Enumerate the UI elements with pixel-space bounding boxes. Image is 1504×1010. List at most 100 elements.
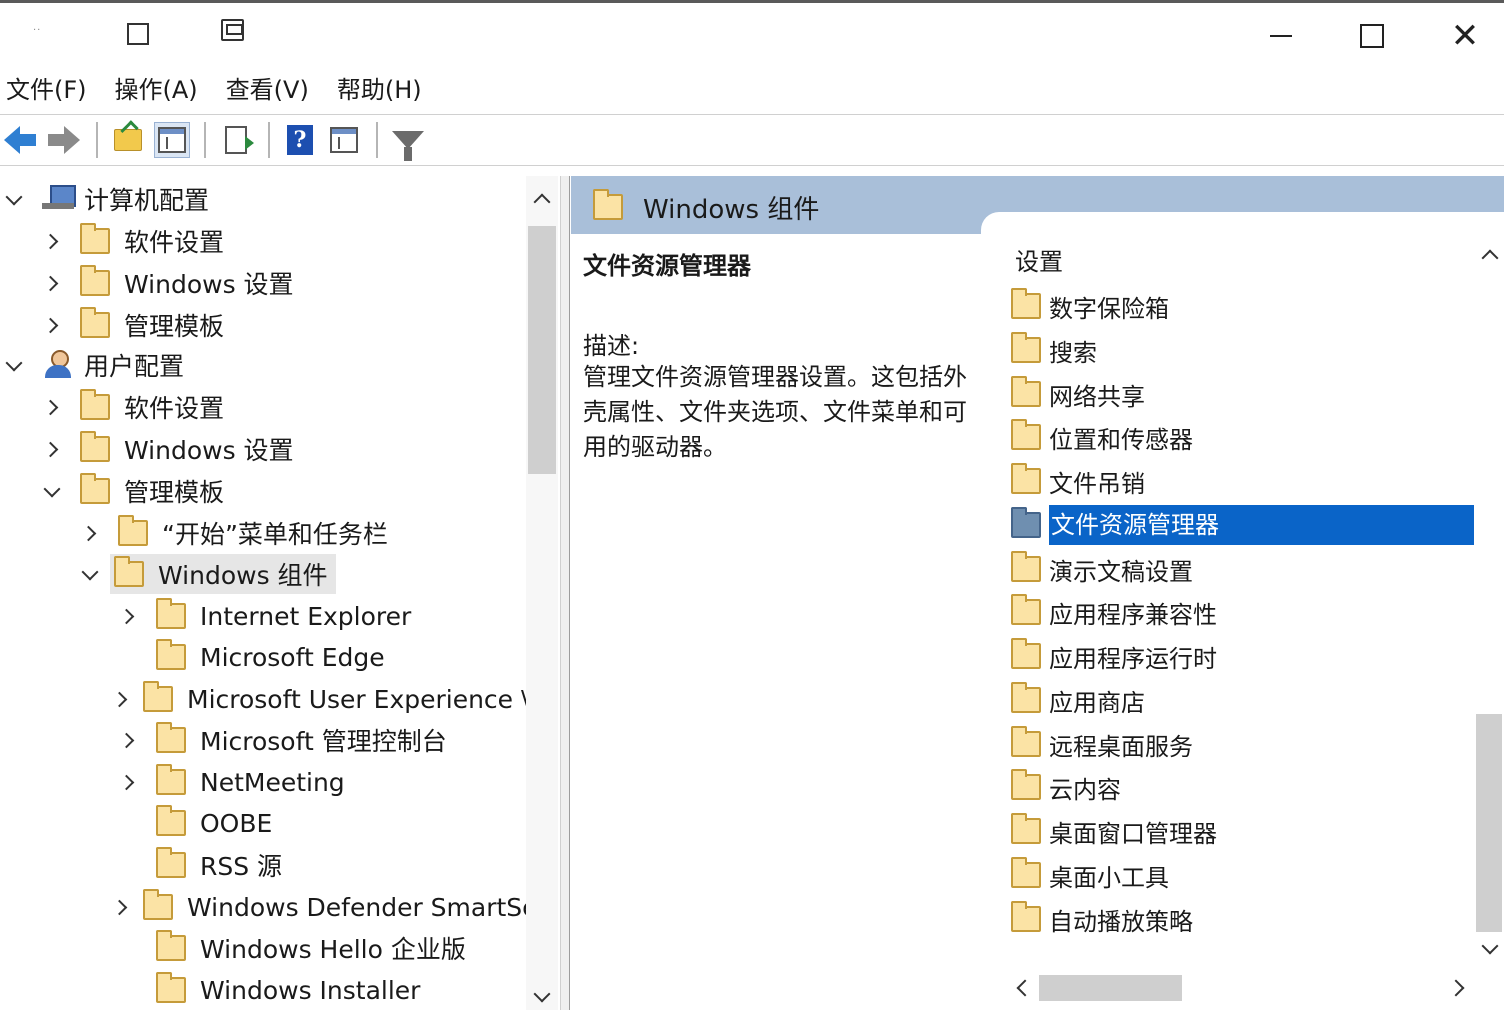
- chevron-right-icon[interactable]: [118, 689, 125, 709]
- tree-item[interactable]: Windows Hello 企业版: [118, 927, 466, 969]
- settings-item[interactable]: 应用程序运行时: [1011, 636, 1217, 676]
- settings-column-header[interactable]: 设置: [1015, 242, 1063, 277]
- filter-icon: [392, 131, 424, 161]
- menu-file[interactable]: 文件(F): [6, 68, 87, 112]
- details-header-title: Windows 组件: [643, 195, 820, 225]
- scroll-right-icon[interactable]: [1444, 972, 1474, 1004]
- back-button[interactable]: [2, 122, 38, 158]
- folder-icon: [1011, 376, 1041, 407]
- tree-item[interactable]: Windows Defender SmartSc: [118, 886, 526, 928]
- settings-item[interactable]: 桌面窗口管理器: [1011, 811, 1217, 851]
- console-tree-icon: [158, 127, 186, 153]
- menu-view[interactable]: 查看(V): [226, 68, 309, 112]
- tree-item-label: Windows Defender SmartSc: [187, 892, 526, 922]
- chevron-right-icon[interactable]: [42, 231, 62, 251]
- chevron-down-icon[interactable]: [4, 189, 24, 209]
- tree-item[interactable]: Windows 设置: [42, 428, 294, 470]
- chevron-right-icon[interactable]: [42, 397, 62, 417]
- chevron-right-icon[interactable]: [80, 523, 100, 543]
- settings-item-selected[interactable]: 文件资源管理器: [1011, 505, 1477, 545]
- maximize-button[interactable]: [1349, 13, 1395, 59]
- tree-item[interactable]: Microsoft Edge: [118, 636, 385, 678]
- scroll-left-icon[interactable]: [1007, 972, 1037, 1004]
- chevron-down-icon[interactable]: [4, 355, 24, 375]
- show-hide-console-tree-button[interactable]: [154, 122, 190, 158]
- tree-item-label: Windows 组件: [158, 561, 328, 590]
- tree-item[interactable]: 软件设置: [42, 386, 224, 428]
- chevron-right-icon[interactable]: [118, 772, 138, 792]
- tree-item-computer-config[interactable]: 计算机配置: [4, 178, 209, 220]
- app-icon[interactable]: ··: [33, 25, 41, 36]
- settings-item[interactable]: 应用程序兼容性: [1011, 592, 1217, 632]
- chevron-right-icon[interactable]: [42, 315, 62, 335]
- tree-item[interactable]: NetMeeting: [118, 761, 345, 803]
- tree-item[interactable]: Microsoft 管理控制台: [118, 719, 447, 761]
- scroll-down-icon[interactable]: [1474, 934, 1504, 964]
- chevron-right-icon[interactable]: [42, 439, 62, 459]
- settings-item[interactable]: 搜索: [1011, 330, 1097, 370]
- folder-icon: [1011, 594, 1041, 625]
- settings-item[interactable]: 云内容: [1011, 767, 1121, 807]
- tree-item-label: 用户配置: [84, 352, 185, 381]
- scroll-up-icon[interactable]: [526, 184, 558, 214]
- tree-item-admin-templates[interactable]: 管理模板: [42, 470, 224, 512]
- tree-item[interactable]: RSS 源: [118, 844, 282, 886]
- settings-item[interactable]: 数字保险箱: [1011, 286, 1169, 326]
- settings-item[interactable]: 演示文稿设置: [1011, 549, 1193, 589]
- console-tree[interactable]: 计算机配置 软件设置 Windows 设置 管理模板 用户配置 软件设置 Win…: [0, 176, 560, 1010]
- folder-icon: [156, 847, 186, 878]
- tree-item[interactable]: Windows Installer: [118, 969, 420, 1010]
- settings-item-label: 桌面窗口管理器: [1049, 819, 1217, 848]
- tree-item-user-config[interactable]: 用户配置: [4, 344, 184, 386]
- menu-action[interactable]: 操作(A): [115, 68, 198, 112]
- pane-splitter[interactable]: [560, 176, 570, 1010]
- window-square-icon[interactable]: [127, 23, 149, 45]
- settings-horizontal-scrollbar[interactable]: [1007, 972, 1474, 1004]
- settings-item-label: 网络共享: [1049, 382, 1145, 411]
- tree-item[interactable]: Internet Explorer: [118, 595, 411, 637]
- chevron-right-icon[interactable]: [42, 273, 62, 293]
- scroll-thumb[interactable]: [1039, 975, 1182, 1001]
- scroll-up-icon[interactable]: [1474, 240, 1504, 270]
- show-action-pane-button[interactable]: [326, 122, 362, 158]
- minimize-button[interactable]: [1258, 13, 1304, 59]
- settings-item[interactable]: 自动播放策略: [1011, 899, 1193, 939]
- scroll-down-icon[interactable]: [526, 982, 558, 1010]
- export-list-button[interactable]: [218, 122, 254, 158]
- settings-item[interactable]: 位置和传感器: [1011, 417, 1193, 457]
- forward-button[interactable]: [46, 122, 82, 158]
- settings-item[interactable]: 网络共享: [1011, 374, 1145, 414]
- tree-item[interactable]: “开始”菜单和任务栏: [80, 512, 388, 554]
- scroll-thumb[interactable]: [528, 226, 556, 474]
- chevron-down-icon[interactable]: [80, 564, 100, 584]
- help-button[interactable]: ?: [282, 122, 318, 158]
- settings-vertical-scrollbar[interactable]: [1474, 234, 1504, 970]
- tree-item-windows-components[interactable]: Windows 组件: [80, 553, 336, 595]
- tree-item[interactable]: Windows 设置: [42, 262, 294, 304]
- tree-item[interactable]: 管理模板: [42, 304, 224, 346]
- chevron-right-icon[interactable]: [118, 730, 138, 750]
- tree-vertical-scrollbar[interactable]: [526, 176, 558, 1010]
- settings-item[interactable]: 文件吊销: [1011, 461, 1145, 501]
- menu-help[interactable]: 帮助(H): [337, 68, 422, 112]
- settings-item[interactable]: 远程桌面服务: [1011, 724, 1193, 764]
- chevron-right-icon[interactable]: [118, 606, 138, 626]
- settings-item[interactable]: 桌面小工具: [1011, 855, 1169, 895]
- up-one-level-button[interactable]: [110, 122, 146, 158]
- tree-item-label: 管理模板: [124, 478, 225, 507]
- tree-item[interactable]: OOBE: [118, 802, 272, 844]
- scroll-thumb[interactable]: [1476, 714, 1502, 932]
- folder-icon: [1011, 726, 1041, 757]
- chevron-right-icon[interactable]: [118, 897, 125, 917]
- action-pane-icon: [330, 127, 358, 153]
- tree-item[interactable]: 软件设置: [42, 220, 224, 262]
- settings-item-label: 应用程序兼容性: [1049, 600, 1217, 629]
- mmc-console-icon[interactable]: [221, 19, 244, 41]
- close-button[interactable]: ✕: [1442, 13, 1488, 59]
- tree-item[interactable]: Microsoft User Experience \: [118, 678, 526, 720]
- settings-item-label: 云内容: [1049, 775, 1121, 804]
- chevron-down-icon[interactable]: [42, 481, 62, 501]
- settings-item[interactable]: 应用商店: [1011, 680, 1145, 720]
- filter-button[interactable]: [390, 122, 426, 161]
- toolbar-separator: [204, 122, 206, 158]
